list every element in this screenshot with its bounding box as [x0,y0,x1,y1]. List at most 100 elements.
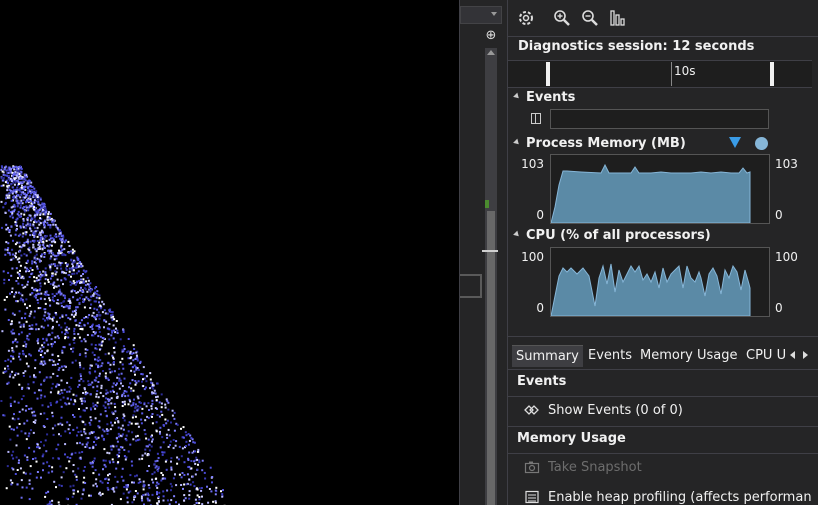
particle [33,221,36,224]
particle [77,385,79,388]
scrollbar-thumb[interactable] [487,211,495,505]
particle [117,420,120,423]
particle [37,301,40,304]
tab-events[interactable]: Events [584,345,636,366]
particle [17,401,20,404]
particle [18,275,21,277]
snapshot-marker-icon [729,137,741,148]
particle [169,482,172,485]
particle [110,334,113,337]
particle [54,336,57,339]
collapse-triangle-icon[interactable] [513,230,521,239]
heap-profiling-icon[interactable] [524,490,540,504]
particle [10,258,13,261]
particle [112,382,115,385]
particle [9,438,12,441]
cpu-section-header[interactable]: CPU (% of all processors) [513,228,711,243]
reset-zoom-icon[interactable] [608,8,628,28]
zoom-in-icon[interactable] [552,8,572,28]
particle [91,314,94,317]
member-dropdown[interactable] [460,6,502,24]
particle [49,500,52,503]
particle [134,407,137,410]
particle [43,274,46,277]
particle [188,490,191,493]
particle [184,431,187,434]
memory-section-header[interactable]: Process Memory (MB) [513,136,686,151]
particle [96,308,99,311]
events-section-header[interactable]: Events [513,90,575,105]
particle [84,288,87,291]
particle [16,201,19,204]
show-events-link[interactable]: Show Events (0 of 0) [548,403,683,418]
show-events-icon[interactable] [524,403,540,417]
tab-scroll-left-icon[interactable] [790,351,795,359]
particle [183,499,186,502]
particle [29,192,32,195]
timeline-end-handle[interactable] [770,62,774,86]
scroll-up-arrow-icon[interactable] [487,50,495,55]
particle [133,398,135,401]
timeline-start-handle[interactable] [546,62,550,86]
tab-cpu-usage[interactable]: CPU U [742,345,792,366]
cpu-axis-min-left: 0 [536,301,544,315]
particle [48,359,51,362]
particle [96,401,99,404]
particle [17,277,19,280]
take-snapshot-button[interactable]: Take Snapshot [548,460,642,475]
particle [221,493,224,495]
particle [10,199,13,202]
vertical-scrollbar[interactable] [482,48,498,505]
particle [30,273,33,276]
particle [105,389,108,392]
particle [45,339,48,342]
particle [47,343,50,346]
memory-axis-max-right: 103 [775,157,798,171]
particle [28,387,30,390]
split-window-icon[interactable]: ⊕ [484,29,498,43]
particle [18,216,21,218]
particle [113,402,116,405]
particle [17,210,20,213]
particle [80,286,82,289]
particle [28,304,31,307]
tab-scroll-right-icon[interactable] [803,351,808,359]
particle [214,489,217,492]
particle [143,485,145,488]
particle [70,398,72,401]
particle [71,272,74,275]
particle [4,308,7,311]
tab-summary[interactable]: Summary [512,345,583,367]
particle [62,396,65,399]
enable-heap-profiling-link[interactable]: Enable heap profiling (affects performan [548,490,812,505]
summary-rule [508,396,818,397]
summary-rule [508,453,818,454]
particle [18,321,21,324]
particle [118,367,121,370]
timeline-ruler[interactable]: 10s [508,60,812,88]
particle [165,422,168,425]
events-lane[interactable] [550,109,769,129]
particle [18,355,20,358]
particle [170,499,173,502]
particle [85,316,88,318]
particle [71,310,74,313]
cpu-chart[interactable] [550,247,770,317]
memory-chart[interactable] [550,154,770,224]
tab-memory-usage[interactable]: Memory Usage [636,345,742,366]
particle [72,265,74,268]
particle [47,211,50,214]
particle [209,466,212,469]
collapse-triangle-icon[interactable] [513,138,521,147]
particle [104,406,107,409]
particle [55,292,58,295]
particle [58,324,61,327]
particle [58,433,60,436]
collapse-triangle-icon[interactable] [513,92,521,101]
particle [27,189,29,192]
zoom-out-icon[interactable] [580,8,600,28]
particle [122,413,125,416]
particle [18,410,21,413]
particle [8,196,11,199]
gear-icon[interactable] [516,8,536,28]
